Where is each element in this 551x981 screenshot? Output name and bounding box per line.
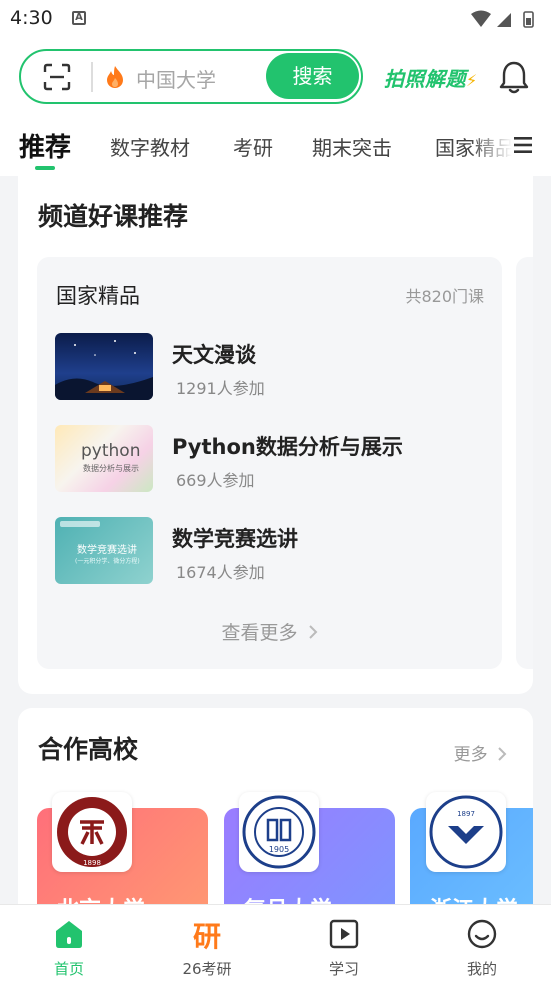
course-thumbnail: 数学竞赛选讲 (一元积分学、微分方程): [55, 517, 153, 584]
partners-more-label: 更多: [453, 745, 488, 765]
nav-study[interactable]: 学习: [289, 905, 399, 981]
chevron-right-icon: [498, 747, 507, 761]
bolt-icon: ⚡: [466, 71, 478, 90]
thumb-text: 数学竞赛选讲: [77, 545, 137, 556]
view-more-label: 查看更多: [221, 622, 298, 644]
partners-title: 合作高校: [38, 735, 139, 764]
group-title: 国家精品: [56, 284, 140, 308]
channel-title: 频道好课推荐: [38, 202, 189, 231]
pku-logo: 1898: [52, 792, 132, 872]
national-quality-group: 国家精品 共820门课 天文漫谈 1291人参加 python 数据分析与展示 …: [37, 257, 502, 669]
tab-digital-textbook[interactable]: 数字教材: [110, 132, 190, 161]
course-name: 数学竞赛选讲: [172, 527, 298, 551]
nav-profile[interactable]: 我的: [427, 905, 537, 981]
nav-postgrad-label: 26考研: [182, 960, 232, 978]
active-tab-indicator: [35, 166, 55, 170]
course-name: 天文漫谈: [172, 343, 256, 367]
group-count[interactable]: 共820门课: [405, 283, 484, 307]
next-group-card[interactable]: [516, 257, 533, 669]
chevron-right-icon: [308, 625, 317, 639]
search-input[interactable]: 中国大学: [136, 64, 216, 93]
scan-icon[interactable]: [43, 63, 71, 91]
course-item-python[interactable]: python 数据分析与展示 Python数据分析与展示 669人参加: [55, 425, 485, 495]
wifi-icon: [471, 10, 491, 27]
course-participants: 1291人参加: [176, 379, 265, 398]
partner-universities-card: 合作高校 更多 北京大学 复旦大学 浙江大学 1898 1905: [18, 708, 533, 908]
search-bar[interactable]: 中国大学 搜索: [19, 49, 363, 104]
course-thumbnail: [55, 333, 153, 400]
status-time: 4:30: [10, 7, 53, 29]
channel-recommend-card: 频道好课推荐 国家精品 共820门课 天文漫谈 1291人参加 python 数…: [18, 175, 533, 694]
fire-icon: [107, 66, 123, 88]
bottom-navigation: 首页 研 26考研 学习 我的: [0, 904, 551, 981]
zju-year: 1897: [457, 810, 475, 818]
system-status-icons: [471, 10, 534, 28]
course-participants: 1674人参加: [176, 563, 265, 582]
home-icon: [56, 921, 82, 948]
zju-seal-icon: 1897: [429, 795, 503, 869]
nav-home[interactable]: 首页: [14, 905, 124, 981]
tab-recommend[interactable]: 推荐: [19, 127, 71, 164]
status-bar: 4:30 A: [0, 0, 551, 38]
play-square-icon: [329, 919, 359, 949]
fudan-seal-icon: 1905: [242, 795, 316, 869]
search-divider: [91, 62, 93, 92]
photo-solve-label: 拍照解题: [384, 67, 466, 91]
pku-seal-icon: 1898: [57, 797, 127, 867]
course-item-astronomy[interactable]: 天文漫谈 1291人参加: [55, 333, 485, 403]
partners-more-link[interactable]: 更多: [454, 740, 507, 765]
course-item-math-contest[interactable]: 数学竞赛选讲 (一元积分学、微分方程) 数学竞赛选讲 1674人参加: [55, 517, 485, 587]
tab-postgrad-exam[interactable]: 考研: [233, 132, 273, 161]
fudan-year: 1905: [269, 845, 289, 854]
fudan-logo: 1905: [239, 792, 319, 872]
thumb-subtext: (一元积分学、微分方程): [75, 558, 140, 565]
thumb-text: python: [81, 441, 141, 461]
course-name: Python数据分析与展示: [172, 435, 403, 459]
search-button[interactable]: 搜索: [266, 53, 359, 99]
view-more-link[interactable]: 查看更多: [37, 618, 502, 645]
zju-logo: 1897: [426, 792, 506, 872]
nav-study-label: 学习: [328, 960, 359, 978]
bell-icon[interactable]: [497, 59, 531, 95]
pku-year: 1898: [83, 859, 101, 867]
tab-final-exam[interactable]: 期末突击: [312, 132, 392, 161]
notification-icon: A: [72, 11, 86, 25]
course-thumbnail: python 数据分析与展示: [55, 425, 153, 492]
course-participants: 669人参加: [176, 471, 255, 490]
menu-icon[interactable]: [514, 135, 532, 155]
signal-icon: [497, 13, 511, 27]
smiley-face-icon: [467, 919, 497, 949]
thumb-logo: [60, 521, 100, 527]
nav-profile-label: 我的: [466, 960, 497, 978]
top-header: 中国大学 搜索 拍照解题⚡: [0, 38, 551, 118]
thumb-subtext: 数据分析与展示: [83, 464, 139, 473]
postgrad-icon: 研: [192, 920, 221, 953]
nav-postgrad[interactable]: 研 26考研: [152, 905, 262, 981]
photo-solve-button[interactable]: 拍照解题⚡: [384, 63, 478, 92]
nav-home-label: 首页: [53, 960, 84, 978]
category-tabs: 推荐 数字教材 考研 期末突击 国家精品: [0, 118, 551, 176]
